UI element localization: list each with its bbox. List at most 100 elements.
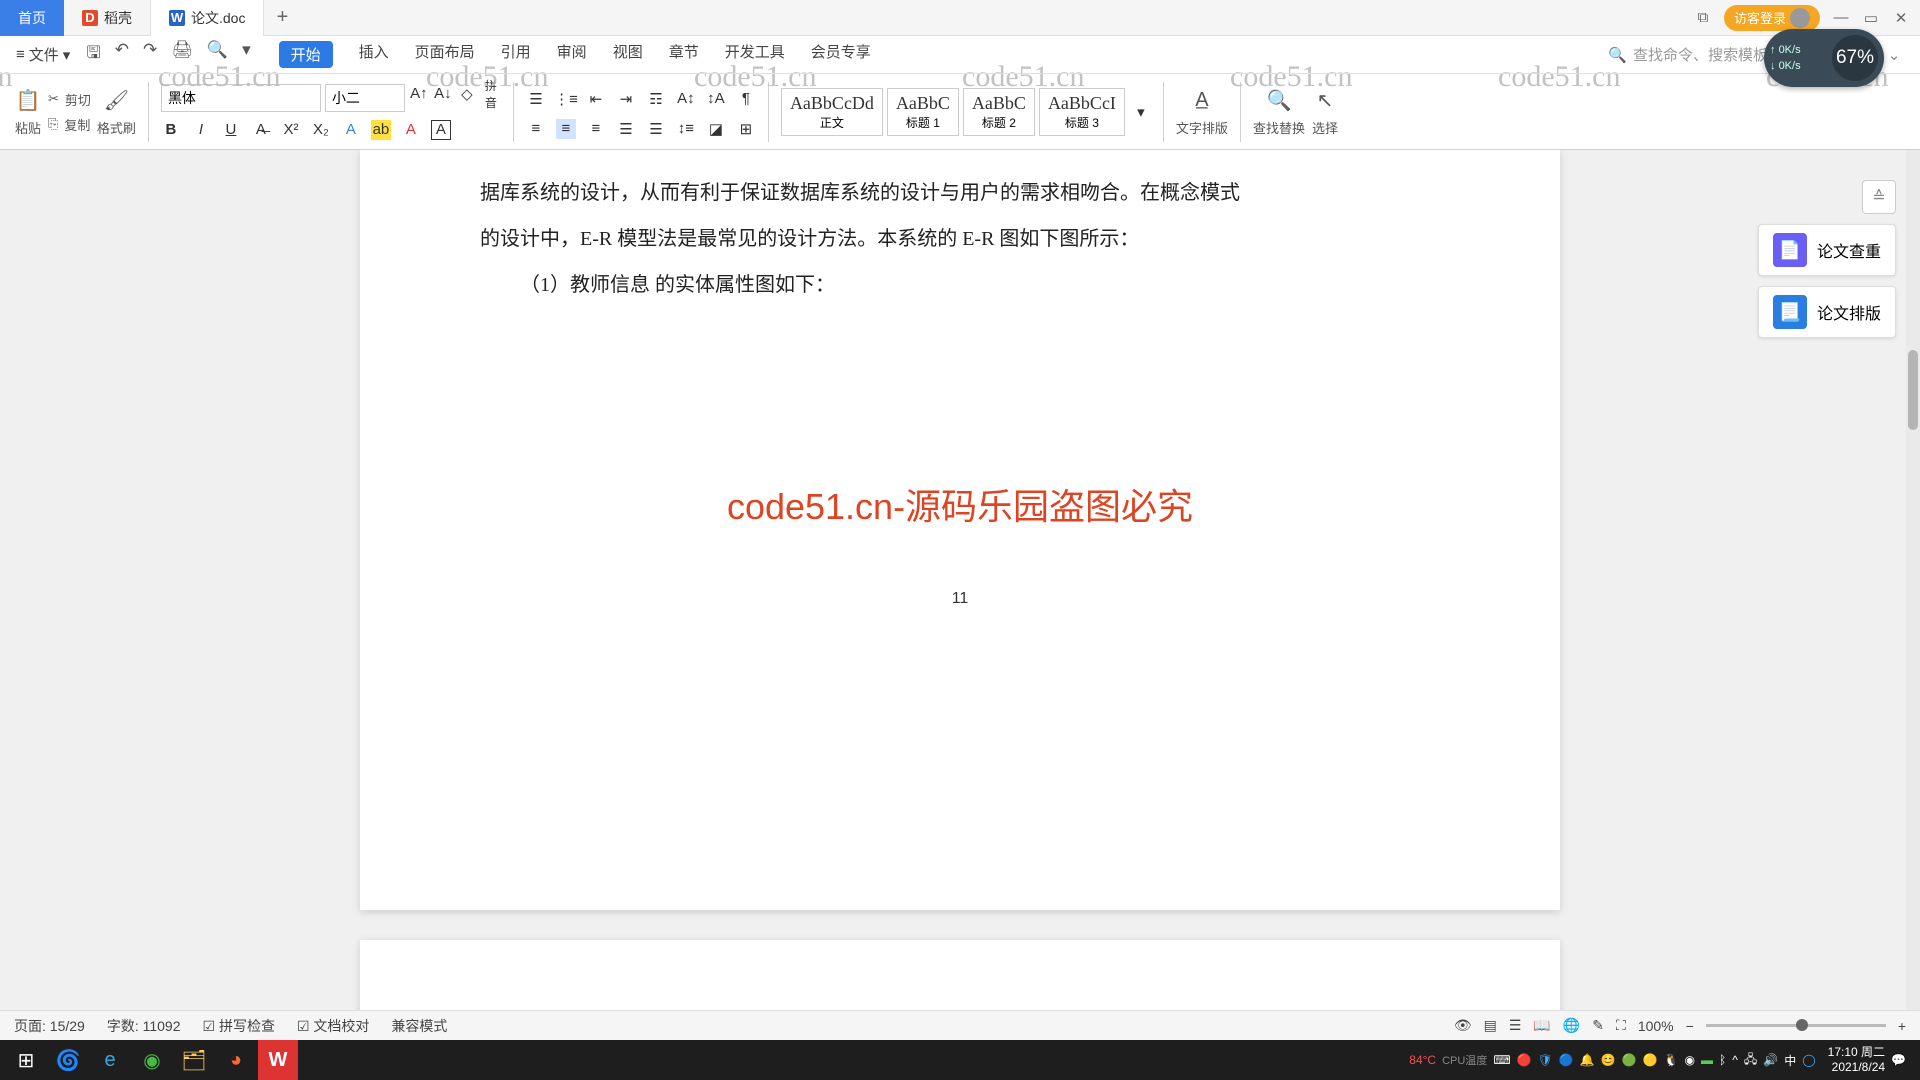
superscript-icon[interactable]: X² bbox=[281, 120, 301, 140]
indent-dec-icon[interactable]: ⇤ bbox=[586, 89, 606, 109]
annotate-icon[interactable]: ✎ bbox=[1592, 1017, 1604, 1034]
menu-视图[interactable]: 视图 bbox=[613, 41, 643, 68]
grow-font-icon[interactable]: A↑ bbox=[409, 84, 429, 104]
tray-icon[interactable]: 😊 bbox=[1601, 1053, 1616, 1067]
menu-页面布局[interactable]: 页面布局 bbox=[415, 41, 475, 68]
ribbon-collapse-icon[interactable]: ⌄ bbox=[1884, 46, 1904, 64]
document-workspace[interactable]: 据库系统的设计，从而有利于保证数据库系统的设计与用户的需求相吻合。在概念模式 的… bbox=[0, 150, 1920, 1046]
style-标题 2[interactable]: AaBbC标题 2 bbox=[963, 88, 1035, 136]
zoom-value[interactable]: 100% bbox=[1638, 1018, 1674, 1034]
paste-button[interactable]: 📋粘贴 bbox=[14, 86, 42, 137]
shading-icon[interactable]: ◪ bbox=[706, 119, 726, 139]
wps-icon[interactable]: W bbox=[258, 1040, 298, 1080]
find-replace-button[interactable]: 🔍查找替换 bbox=[1253, 86, 1305, 137]
paper-layout-button[interactable]: 📃论文排版 bbox=[1758, 286, 1896, 338]
clock[interactable]: 17:10 周二2021/8/24 bbox=[1828, 1045, 1885, 1075]
text-effects-icon[interactable]: A bbox=[341, 120, 361, 140]
chrome-icon[interactable]: ◉ bbox=[132, 1040, 172, 1080]
perf-monitor-widget[interactable]: ↑ 0K/s↓ 0K/s 67% bbox=[1764, 29, 1884, 87]
undo-icon[interactable]: ↶ bbox=[115, 40, 129, 69]
ime-icon[interactable]: ⌨ bbox=[1493, 1053, 1510, 1067]
cortana-icon[interactable]: ◯ bbox=[1802, 1053, 1815, 1067]
minimize-icon[interactable]: — bbox=[1832, 9, 1850, 27]
tray-icon[interactable]: 🐧 bbox=[1664, 1053, 1679, 1067]
italic-icon[interactable]: I bbox=[191, 120, 211, 140]
maximize-icon[interactable]: ▭ bbox=[1862, 9, 1880, 27]
indent-inc-icon[interactable]: ⇥ bbox=[616, 89, 636, 109]
sort-icon[interactable]: A↕ bbox=[676, 89, 696, 109]
menu-插入[interactable]: 插入 bbox=[359, 41, 389, 68]
align-justify-icon[interactable]: ☰ bbox=[616, 119, 636, 139]
asian-layout-icon[interactable]: ☶ bbox=[646, 89, 666, 109]
command-search[interactable]: 🔍 查找命令、搜索模板 bbox=[1608, 44, 1768, 65]
word-count[interactable]: 字数: 11092 bbox=[107, 1016, 181, 1036]
scrollbar-thumb[interactable] bbox=[1908, 350, 1918, 430]
page-count[interactable]: 页面: 15/29 bbox=[14, 1016, 85, 1036]
preview-icon[interactable]: 🔍 bbox=[207, 40, 228, 69]
font-color-icon[interactable]: A bbox=[401, 120, 421, 140]
phonetic-icon[interactable]: 拼音 bbox=[481, 84, 501, 104]
style-正文[interactable]: AaBbCcDd正文 bbox=[781, 88, 883, 136]
paper-check-button[interactable]: 📄论文查重 bbox=[1758, 224, 1896, 276]
menu-会员专享[interactable]: 会员专享 bbox=[811, 41, 871, 68]
numbering-icon[interactable]: ⋮≡ bbox=[556, 89, 576, 109]
bluetooth-icon[interactable]: ᛒ bbox=[1719, 1053, 1726, 1067]
tray-expand-icon[interactable]: ^ bbox=[1732, 1053, 1738, 1067]
fit-icon[interactable]: ⛶ bbox=[1616, 1017, 1626, 1034]
menu-开始[interactable]: 开始 bbox=[279, 41, 333, 68]
new-tab-button[interactable]: + bbox=[264, 6, 300, 29]
borders-icon[interactable]: ⊞ bbox=[736, 119, 756, 139]
action-center-icon[interactable]: 💬 bbox=[1891, 1053, 1906, 1067]
tray-icon[interactable]: 🔵 bbox=[1559, 1053, 1574, 1067]
show-marks-icon[interactable]: ¶ bbox=[736, 89, 756, 109]
styles-more-icon[interactable]: ▾ bbox=[1131, 102, 1151, 122]
menu-章节[interactable]: 章节 bbox=[669, 41, 699, 68]
eye-mode-icon[interactable]: 👁 bbox=[1454, 1017, 1472, 1034]
subscript-icon[interactable]: X₂ bbox=[311, 120, 331, 140]
align-distribute-icon[interactable]: ☰ bbox=[646, 119, 666, 139]
tray-icon[interactable]: 🟡 bbox=[1643, 1053, 1658, 1067]
volume-icon[interactable]: 🔊 bbox=[1763, 1053, 1778, 1067]
spell-check[interactable]: ☑ 拼写检查 bbox=[203, 1016, 275, 1036]
align-center-icon[interactable]: ≡ bbox=[556, 119, 576, 139]
menu-审阅[interactable]: 审阅 bbox=[557, 41, 587, 68]
outline-icon[interactable]: ☰ bbox=[1509, 1017, 1522, 1034]
print-icon[interactable]: 🖨 bbox=[171, 40, 193, 69]
file-menu[interactable]: ≡ 文件 ▾ bbox=[16, 44, 70, 65]
web-layout-icon[interactable]: 🌐 bbox=[1563, 1017, 1580, 1034]
text-layout-button[interactable]: A̲文字排版 bbox=[1176, 86, 1228, 137]
tray-icon[interactable]: ▬ bbox=[1701, 1053, 1713, 1067]
tray-icon[interactable]: 🔴 bbox=[1517, 1053, 1532, 1067]
tab-document[interactable]: W论文.doc bbox=[151, 0, 264, 36]
cpu-temp[interactable]: 84°C bbox=[1409, 1053, 1436, 1067]
doc-proofing[interactable]: ☑ 文档校对 bbox=[297, 1016, 369, 1036]
ime-lang-icon[interactable]: 中 bbox=[1784, 1052, 1796, 1069]
tray-icon[interactable]: 🟢 bbox=[1622, 1053, 1637, 1067]
strike-icon[interactable]: A̶ bbox=[251, 120, 271, 140]
tray-notifications-icon[interactable]: 🔔 bbox=[1580, 1053, 1595, 1067]
tray-icon[interactable]: ◉ bbox=[1685, 1053, 1695, 1067]
reading-icon[interactable]: 📖 bbox=[1533, 1017, 1550, 1034]
obs-icon[interactable]: 🌀 bbox=[48, 1040, 88, 1080]
clear-format-icon[interactable]: ◇ bbox=[457, 84, 477, 104]
shrink-font-icon[interactable]: A↓ bbox=[433, 84, 453, 104]
style-标题 3[interactable]: AaBbCcI标题 3 bbox=[1039, 88, 1125, 136]
vertical-scrollbar[interactable] bbox=[1906, 150, 1920, 1046]
tab-daoke[interactable]: D稻壳 bbox=[64, 0, 151, 36]
align-left-icon[interactable]: ≡ bbox=[526, 119, 546, 139]
line-spacing-icon[interactable]: ↕≡ bbox=[676, 119, 696, 139]
font-size-select[interactable]: 小二 bbox=[325, 84, 405, 112]
bold-icon[interactable]: B bbox=[161, 120, 181, 140]
close-icon[interactable]: ✕ bbox=[1892, 9, 1910, 27]
save-icon[interactable]: 🖫 bbox=[86, 40, 100, 69]
menu-引用[interactable]: 引用 bbox=[501, 41, 531, 68]
start-button[interactable]: ⊞ bbox=[6, 1040, 46, 1080]
copy-button[interactable]: ⎘ 复制 bbox=[48, 115, 91, 134]
cut-button[interactable]: ✂ 剪切 bbox=[48, 90, 91, 109]
tab-home[interactable]: 首页 bbox=[0, 0, 64, 36]
font-name-select[interactable]: 黑体 bbox=[161, 84, 321, 112]
select-button[interactable]: ↖选择 bbox=[1311, 86, 1339, 137]
align-right-icon[interactable]: ≡ bbox=[586, 119, 606, 139]
app-icon[interactable]: ◕ bbox=[216, 1040, 256, 1080]
zoom-slider[interactable] bbox=[1706, 1024, 1886, 1027]
